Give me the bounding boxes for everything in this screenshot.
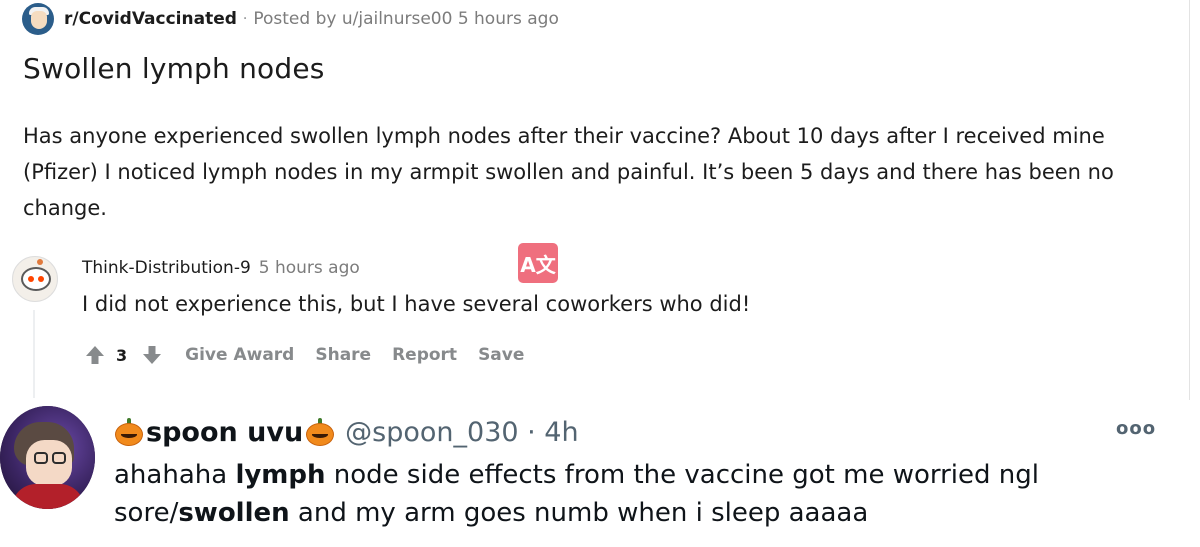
comment-timestamp[interactable]: 5 hours ago [259,258,360,278]
posted-by-text[interactable]: Posted by u/jailnurse00 5 hours ago [253,9,559,29]
meta-separator: · [242,11,248,27]
comment-thread-line[interactable] [33,310,35,398]
comment-author[interactable]: Think-Distribution-9 [82,258,251,278]
subreddit-link[interactable]: r/CovidVaccinated [64,9,237,29]
arrow-down-icon[interactable] [141,343,163,367]
jack-o-lantern-icon [114,418,144,446]
arrow-up-icon[interactable] [84,343,106,367]
subreddit-avatar[interactable] [22,3,54,35]
post-body: Has anyone experienced swollen lymph nod… [23,124,1114,220]
comment-text: I did not experience this, but I have se… [82,292,751,316]
tweet-display-name[interactable]: spoon uvu [146,417,303,448]
share-button[interactable]: Share [315,345,371,365]
tweet-text-bold: swollen [178,498,290,528]
post-meta: r/CovidVaccinated · Posted by u/jailnurs… [22,2,559,36]
tweet-text-bold: lymph [235,460,326,490]
give-award-button[interactable]: Give Award [185,345,294,365]
tweet-text-part: ahahaha [114,460,236,490]
report-button[interactable]: Report [392,345,457,365]
comment-header: Think-Distribution-9 5 hours ago [82,258,360,278]
save-button[interactable]: Save [478,345,524,365]
comment-author-avatar[interactable] [12,256,58,302]
vote-count: 3 [116,345,128,365]
tweet-header: spoon uvu @spoon_030 · 4h [114,410,579,454]
tweet-handle-time[interactable]: @spoon_030 · 4h [345,417,578,448]
tweet: spoon uvu @spoon_030 · 4h ooo ahahaha ly… [0,400,1200,547]
tweet-text-part: and my arm goes numb when i sleep aaaaa [289,498,869,528]
reddit-post: r/CovidVaccinated · Posted by u/jailnurs… [0,0,1190,400]
post-title[interactable]: Swollen lymph nodes [23,52,325,85]
comment-actions: 3 Give Award Share Report Save [84,340,524,370]
translate-icon[interactable]: A文 [518,243,558,283]
tweet-text: ahahaha lymph node side effects from the… [114,456,1184,532]
jack-o-lantern-icon [305,418,335,446]
tweet-author-avatar[interactable] [0,406,95,509]
more-options-icon[interactable]: ooo [1116,418,1156,439]
